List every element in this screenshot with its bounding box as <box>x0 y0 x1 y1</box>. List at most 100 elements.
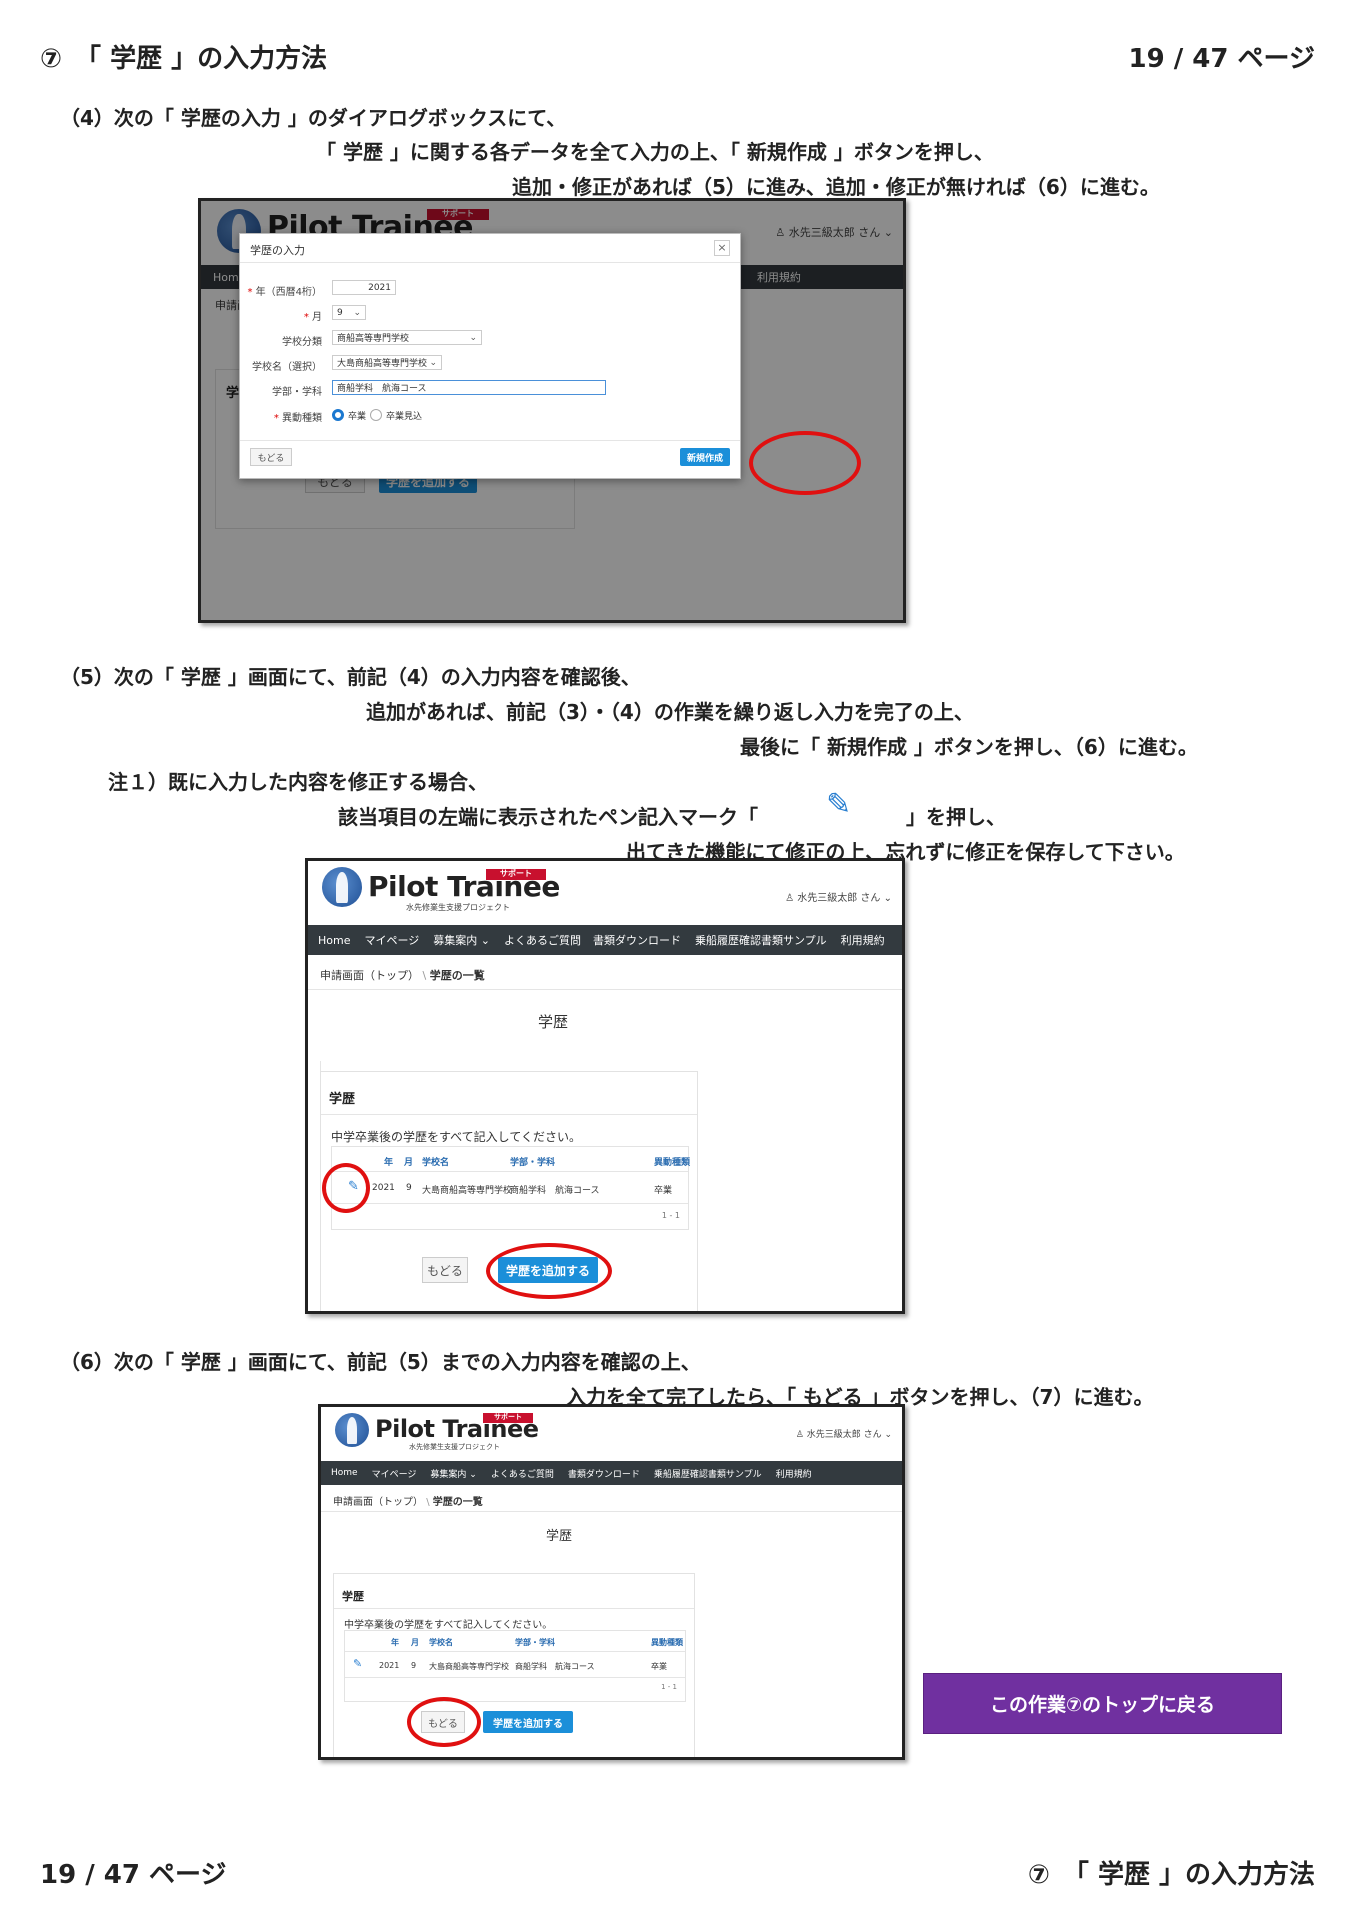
nav-mypage[interactable]: マイページ <box>372 1467 417 1480</box>
dialog-back-button[interactable]: もどる <box>250 448 292 466</box>
breadcrumb-current: 学歴の一覧 <box>432 1497 483 1508</box>
card-title: 学歴 <box>329 1092 356 1107</box>
footer-page-number: 19 / 47 ページ <box>40 1860 227 1890</box>
radio-expected-label: 卒業見込 <box>386 412 423 422</box>
back-button[interactable]: もどる <box>422 1257 468 1283</box>
nav-download[interactable]: 書類ダウンロード <box>568 1467 640 1480</box>
footer-section-title: ⑦ 「 学歴 」の入力方法 <box>1027 1860 1315 1890</box>
education-dialog: 学歴の入力 × * 年（西暦4桁） 2021 * 月 9 ⌄ 学校分類 商船高等専… <box>239 233 741 479</box>
pager: 1 - 1 <box>661 1683 677 1691</box>
brand-tag: サポート <box>483 1413 533 1423</box>
education-table: 年 月 学校名 学部・学科 異動種類 ✎ 2021 9 大島商船高等専門学校 商… <box>331 1146 691 1230</box>
back-to-top-button[interactable]: この作業⑦のトップに戻る <box>923 1673 1282 1734</box>
highlight-ring-pen <box>322 1163 370 1213</box>
cell-type: 卒業 <box>651 1662 667 1671</box>
nav-terms[interactable]: 利用規約 <box>776 1467 812 1480</box>
row-divider <box>332 1171 688 1172</box>
screenshot-dialog: Pilot Trainee 水先修業生支援プロジェクト サポート ♙ 水先三級太… <box>198 198 906 623</box>
step5-line1: （5）次の「 学歴 」画面にて、前記（4）の入力内容を確認後、 <box>60 665 641 689</box>
year-input[interactable]: 2021 <box>332 280 396 295</box>
col-type: 異動種類 <box>654 1158 691 1168</box>
dept-input[interactable]: 商船学科 航海コース <box>332 380 606 395</box>
cell-dept: 商船学科 航海コース <box>510 1186 600 1196</box>
breadcrumb: 申請画面（トップ） \ 学歴の一覧 <box>333 1493 483 1508</box>
user-menu[interactable]: ♙ 水先三級太郎 さん ⌄ <box>796 1427 892 1440</box>
year-label: * 年（西暦4桁） <box>247 287 322 298</box>
nav-bar: Home マイページ 募集案内 ⌄ よくあるご質問 書類ダウンロード 乗船履歴確… <box>321 1461 902 1485</box>
screenshot-list-2: Pilot Trainee 水先修業生支援プロジェクト サポート ♙ 水先三級太… <box>318 1404 905 1760</box>
nav-download[interactable]: 書類ダウンロード <box>593 932 681 948</box>
page-title: 学歴 <box>545 1529 572 1544</box>
card-description: 中学卒業後の学歴をすべて記入してください。 <box>331 1130 581 1144</box>
page-number: 19 / 47 ページ <box>1128 44 1316 74</box>
col-month: 月 <box>411 1638 419 1647</box>
pen-edit-icon[interactable]: ✎ <box>353 1657 362 1670</box>
brand-sub: 水先修業生支援プロジェクト <box>409 1443 500 1451</box>
cell-school: 大島商船高等専門学校 <box>429 1662 509 1671</box>
nav-terms[interactable]: 利用規約 <box>841 932 885 948</box>
screenshot-list-1: Pilot Trainee 水先修業生支援プロジェクト サポート ♙ 水先三級太… <box>305 858 905 1314</box>
pager: 1 - 1 <box>661 1211 680 1220</box>
chevron-down-icon: ⌄ <box>884 1430 892 1440</box>
note-line2a: 該当項目の左端に表示されたペン記入マーク「 <box>338 805 758 829</box>
col-dept: 学部・学科 <box>515 1638 555 1647</box>
step4-line2: 「 学歴 」に関する各データを全て入力の上、「 新規作成 」ボタンを押し、 <box>316 140 994 164</box>
row-divider <box>345 1677 685 1678</box>
brand-tag: サポート <box>486 869 546 880</box>
school-name-select[interactable]: 大島商船高等専門学校 ⌄ <box>332 355 442 370</box>
chevron-down-icon: ⌄ <box>469 1469 477 1480</box>
school-name-label: 学校名（選択） <box>252 362 322 373</box>
col-year: 年 <box>384 1158 394 1168</box>
step4-line1: （4）次の「 学歴の入力 」のダイアログボックスにて、 <box>60 106 567 130</box>
nav-sample[interactable]: 乗船履歴確認書類サンプル <box>654 1467 762 1480</box>
pilot-logo-icon <box>322 867 362 907</box>
nav-faq[interactable]: よくあるご質問 <box>491 1467 554 1480</box>
col-school: 学校名 <box>429 1638 453 1647</box>
breadcrumb-current: 学歴の一覧 <box>429 969 485 982</box>
nav-recruit[interactable]: 募集案内 ⌄ <box>430 1467 476 1480</box>
user-icon: ♙ <box>795 1430 804 1440</box>
add-education-button[interactable]: 学歴を追加する <box>483 1711 573 1733</box>
step5-line3: 最後に「 新規作成 」ボタンを押し、（6）に進む。 <box>740 735 1198 759</box>
cell-school: 大島商船高等専門学校 <box>422 1186 513 1196</box>
highlight-ring-add <box>486 1243 612 1299</box>
breadcrumb-sep: \ <box>422 969 427 982</box>
breadcrumb-top[interactable]: 申請画面（トップ） <box>333 1497 423 1508</box>
card-divider <box>334 1608 694 1609</box>
cell-type: 卒業 <box>654 1186 673 1196</box>
close-icon[interactable]: × <box>714 240 730 256</box>
radio-graduated[interactable] <box>332 409 344 421</box>
nav-bar: Home マイページ 募集案内 ⌄ よくあるご質問 書類ダウンロード 乗船履歴確… <box>308 925 902 955</box>
nav-sample[interactable]: 乗船履歴確認書類サンプル <box>695 932 827 948</box>
step5-line2: 追加があれば、前記（3）・（4）の作業を繰り返し入力を完了の上、 <box>366 700 974 724</box>
move-type-label: * 異動種類 <box>273 413 322 424</box>
divider <box>321 1511 902 1512</box>
nav-faq[interactable]: よくあるご質問 <box>504 932 581 948</box>
user-menu[interactable]: ♙ 水先三級太郎 さん ⌄ <box>785 889 892 904</box>
user-icon: ♙ <box>785 893 795 904</box>
col-month: 月 <box>404 1158 414 1168</box>
school-type-select[interactable]: 商船高等専門学校 ⌄ <box>332 330 482 345</box>
page-title: 学歴 <box>537 1013 568 1031</box>
step6-line1: （6）次の「 学歴 」画面にて、前記（5）までの入力内容を確認の上、 <box>60 1350 701 1374</box>
nav-home[interactable]: Home <box>318 934 350 947</box>
row-divider <box>332 1203 688 1204</box>
radio-expected[interactable] <box>370 409 382 421</box>
section-title: ⑦ 「 学歴 」の入力方法 <box>40 44 328 74</box>
highlight-ring-create <box>749 431 861 495</box>
nav-recruit[interactable]: 募集案内 ⌄ <box>433 932 490 948</box>
nav-home[interactable]: Home <box>331 1468 358 1478</box>
divider <box>308 989 902 990</box>
month-label: * 月 <box>303 312 322 323</box>
dialog-footer-divider <box>240 440 740 441</box>
card-title: 学歴 <box>342 1590 364 1603</box>
pilot-logo-icon <box>335 1413 369 1447</box>
dept-label: 学部・学科 <box>272 387 322 398</box>
breadcrumb-sep: \ <box>426 1497 430 1508</box>
create-button[interactable]: 新規作成 <box>680 448 730 466</box>
breadcrumb-top[interactable]: 申請画面（トップ） <box>320 969 419 982</box>
radio-graduated-label: 卒業 <box>348 412 367 422</box>
chevron-down-icon: ⌄ <box>429 357 437 368</box>
month-select[interactable]: 9 ⌄ <box>332 305 366 320</box>
nav-mypage[interactable]: マイページ <box>364 932 419 948</box>
